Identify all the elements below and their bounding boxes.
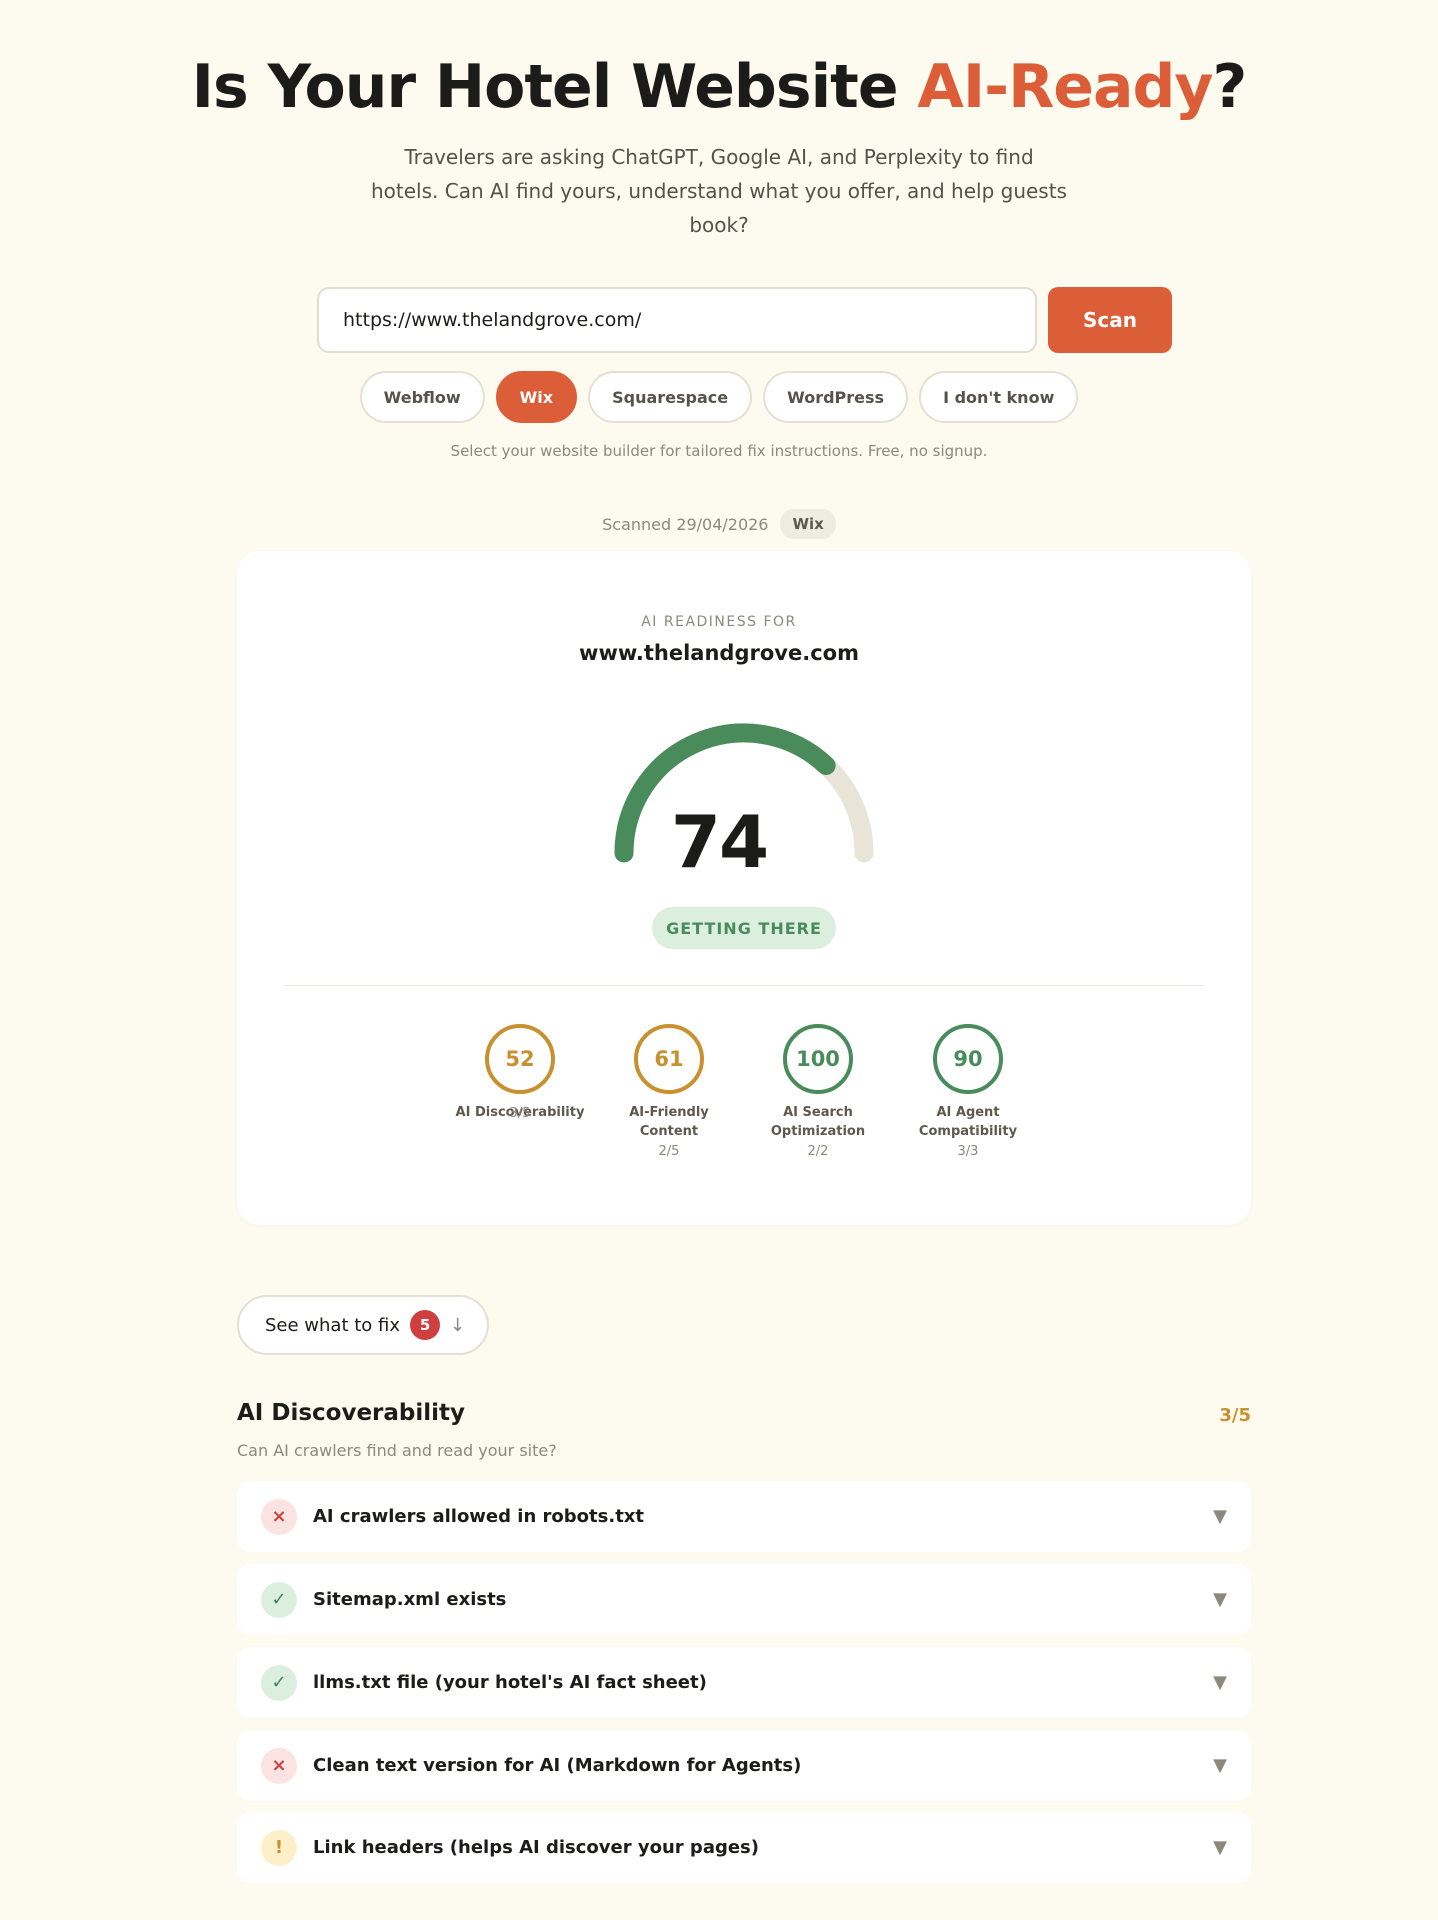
fail-icon: × xyxy=(261,1498,297,1535)
chevron-down-icon[interactable]: ▼ xyxy=(1213,1755,1227,1776)
title-pre: Is Your Hotel Website xyxy=(191,52,918,122)
url-input[interactable] xyxy=(317,287,1037,353)
builder-helper-text: Select your website builder for tailored… xyxy=(450,442,988,460)
warning-icon: ! xyxy=(261,1829,297,1866)
scan-button[interactable]: Scan xyxy=(1048,287,1172,353)
check-label: Clean text version for AI (Markdown for … xyxy=(313,1755,802,1776)
builder-badge: Wix xyxy=(780,509,836,539)
chevron-down-icon[interactable]: ▼ xyxy=(1213,1506,1227,1527)
category-ai-discoverability: 52 AI Discoverability 3/5 xyxy=(450,1024,590,1121)
scanned-date: Scanned 29/04/2026 xyxy=(602,514,769,534)
arrow-down-icon: ↓ xyxy=(450,1314,466,1336)
chevron-down-icon[interactable]: ▼ xyxy=(1213,1589,1227,1610)
category-score-ring: 61 xyxy=(634,1024,704,1094)
category-fraction: 2/2 xyxy=(807,1144,829,1159)
builder-selector: Webflow Wix Squarespace WordPress I don'… xyxy=(0,371,1438,423)
fail-icon: × xyxy=(261,1747,297,1784)
category-score-ring: 90 xyxy=(933,1024,1003,1094)
hero-subtitle: Travelers are asking ChatGPT, Google AI,… xyxy=(371,145,1067,237)
check-label: Link headers (helps AI discover your pag… xyxy=(313,1837,760,1858)
chevron-down-icon[interactable]: ▼ xyxy=(1213,1837,1227,1858)
check-row[interactable]: × AI crawlers allowed in robots.txt ▼ xyxy=(237,1481,1251,1552)
title-post: ? xyxy=(1212,52,1248,122)
fix-label: See what to fix xyxy=(265,1314,401,1336)
divider xyxy=(284,985,1204,986)
page-title: Is Your Hotel Website AI-Ready? xyxy=(0,52,1438,122)
status-badge: GETTING THERE xyxy=(652,907,836,949)
check-row[interactable]: ✓ llms.txt file (your hotel's AI fact sh… xyxy=(237,1647,1251,1718)
see-what-to-fix-button[interactable]: See what to fix 5 ↓ xyxy=(237,1295,489,1355)
ready-for-label: AI READINESS FOR xyxy=(641,614,797,630)
category-ai-agent-compatibility: 90 AI Agent Compatibility 3/3 xyxy=(898,1024,1038,1159)
category-ai-friendly-content: 61 AI-Friendly Content 2/5 xyxy=(599,1024,739,1159)
check-row[interactable]: × Clean text version for AI (Markdown fo… xyxy=(237,1730,1251,1801)
overall-score: 74 xyxy=(670,800,769,884)
title-accent: AI-Ready xyxy=(917,52,1213,122)
builder-option-unknown[interactable]: I don't know xyxy=(919,371,1079,423)
builder-option-wix[interactable]: Wix xyxy=(495,371,578,423)
check-icon: ✓ xyxy=(261,1581,297,1618)
check-icon: ✓ xyxy=(261,1664,297,1701)
check-row[interactable]: ✓ Sitemap.xml exists ▼ xyxy=(237,1564,1251,1635)
scan-meta: Scanned 29/04/2026 Wix xyxy=(0,509,1438,539)
check-label: Sitemap.xml exists xyxy=(313,1589,507,1610)
section-score: 3/5 xyxy=(1219,1405,1251,1426)
builder-option-squarespace[interactable]: Squarespace xyxy=(588,371,753,423)
section-subtitle: Can AI crawlers find and read your site? xyxy=(237,1441,557,1460)
check-label: llms.txt file (your hotel's AI fact shee… xyxy=(313,1672,707,1693)
scanned-domain: www.thelandgrove.com xyxy=(579,641,859,665)
chevron-down-icon[interactable]: ▼ xyxy=(1213,1672,1227,1693)
check-row[interactable]: ! Link headers (helps AI discover your p… xyxy=(237,1812,1251,1883)
category-fraction: 3/3 xyxy=(957,1144,979,1159)
category-name: AI Search Optimization xyxy=(770,1105,866,1139)
category-ai-search-optimization: 100 AI Search Optimization 2/2 xyxy=(748,1024,888,1159)
category-fraction: 2/5 xyxy=(658,1144,680,1159)
section-title: AI Discoverability xyxy=(237,1400,466,1426)
category-score-ring: 100 xyxy=(783,1024,853,1094)
category-name: AI-Friendly Content xyxy=(629,1105,709,1139)
check-label: AI crawlers allowed in robots.txt xyxy=(313,1506,645,1527)
fix-count-badge: 5 xyxy=(410,1310,441,1340)
builder-option-webflow[interactable]: Webflow xyxy=(359,371,485,423)
builder-option-wordpress[interactable]: WordPress xyxy=(763,371,909,423)
category-name: AI Agent Compatibility xyxy=(918,1105,1018,1139)
category-score-ring: 52 xyxy=(485,1024,555,1094)
